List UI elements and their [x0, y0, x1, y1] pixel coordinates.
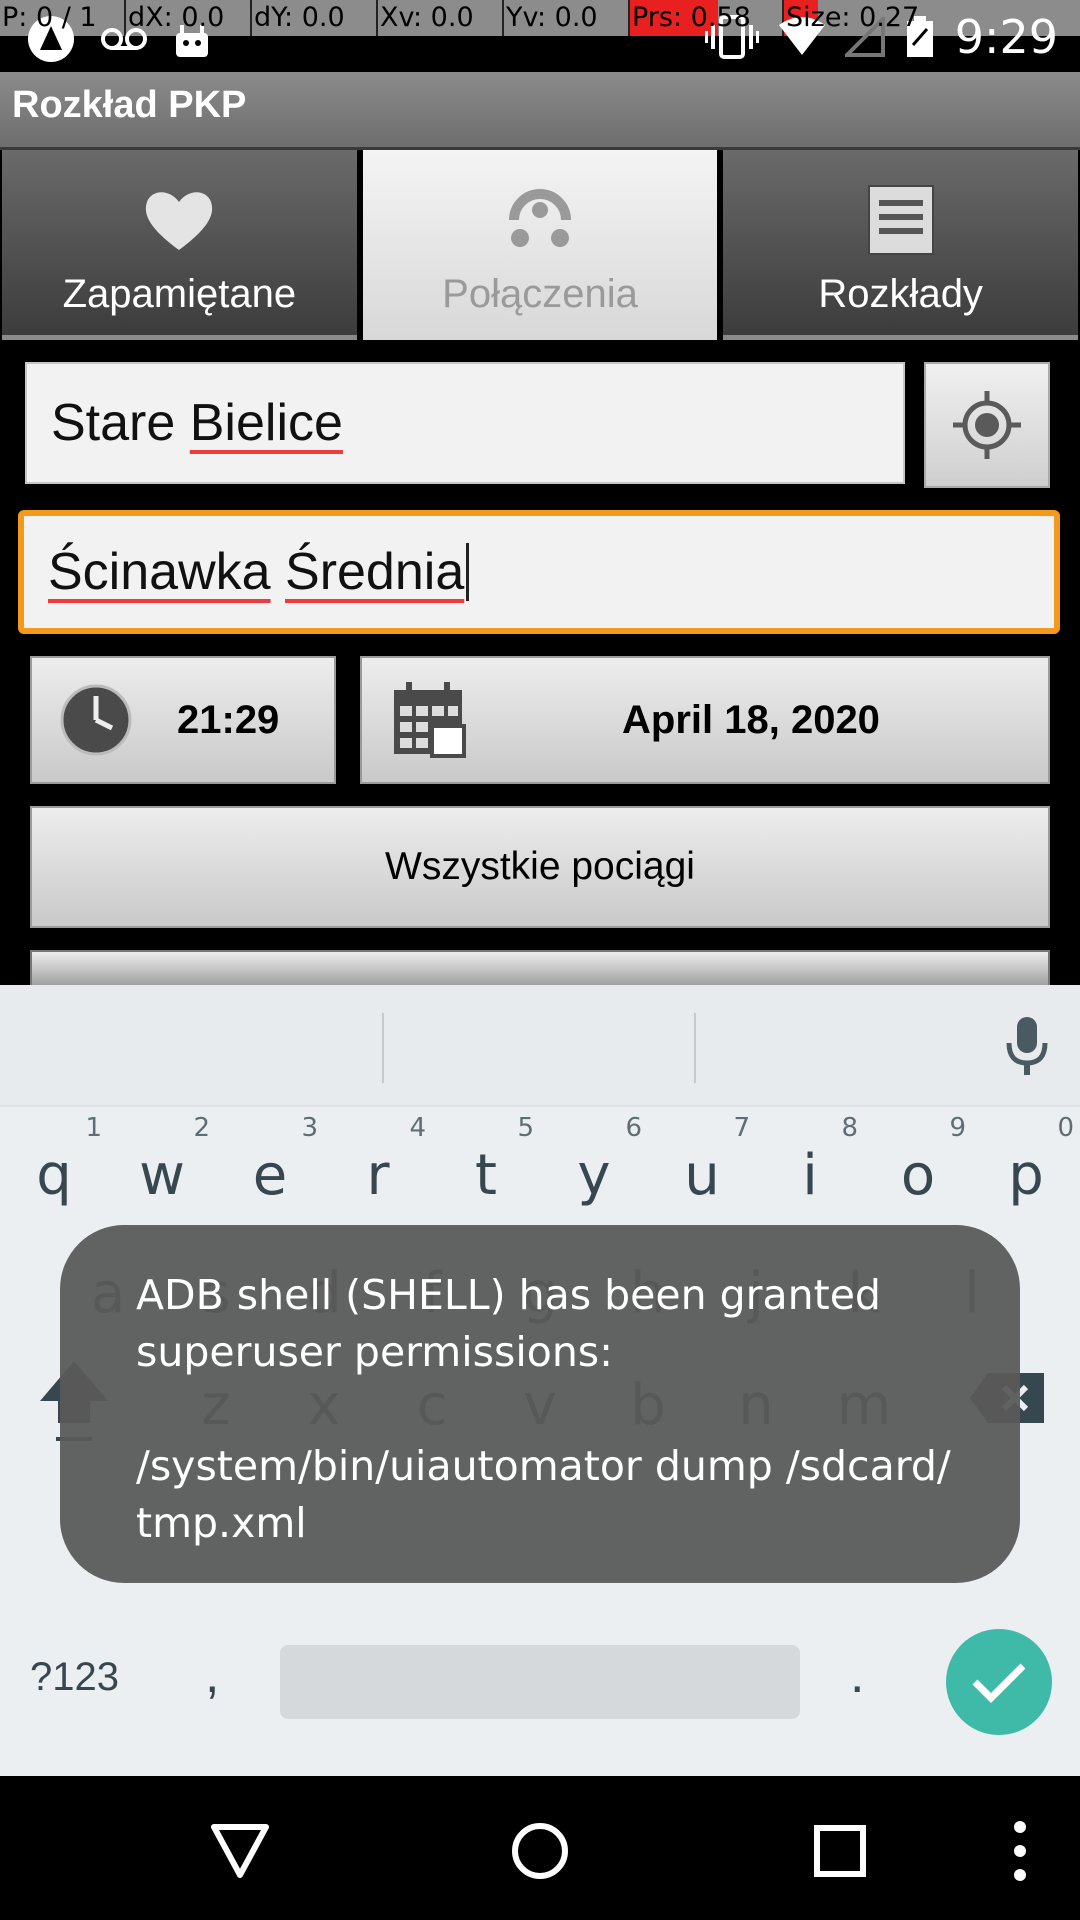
overflow-menu-button[interactable] [975, 1806, 1065, 1896]
checkmark-icon [972, 1663, 1026, 1703]
back-triangle-icon [211, 1824, 269, 1878]
tab-polaczenia[interactable]: Połączenia [362, 150, 718, 340]
calendar-icon [394, 682, 466, 758]
key-u[interactable]: 7u [648, 1113, 756, 1223]
key-q[interactable]: 1q [0, 1113, 108, 1223]
from-station-field[interactable]: Stare Bielice [25, 362, 905, 484]
from-word-1: Stare [51, 394, 176, 452]
debug-dx: dX: 0.0 [126, 0, 252, 36]
microphone-icon[interactable] [1004, 1015, 1050, 1077]
text-cursor [466, 543, 470, 601]
space-key[interactable] [280, 1645, 800, 1719]
tab-label: Połączenia [442, 272, 638, 316]
superuser-toast: ADB shell (SHELL) has been granted super… [60, 1225, 1020, 1583]
tab-zapamietane[interactable]: Zapamiętane [2, 150, 357, 340]
period-key[interactable]: . [850, 1645, 864, 1705]
symbols-key[interactable]: ?123 [30, 1655, 119, 1700]
key-o[interactable]: 9o [864, 1113, 972, 1223]
more-vertical-icon [1014, 1821, 1026, 1881]
comma-key[interactable]: , [205, 1645, 219, 1705]
date-button[interactable]: April 18, 2020 [360, 656, 1050, 784]
debug-dy: dY: 0.0 [252, 0, 378, 36]
clock-icon [60, 684, 132, 756]
location-target-icon [953, 391, 1021, 459]
back-button[interactable] [195, 1806, 285, 1896]
connections-icon [509, 189, 571, 247]
key-i[interactable]: 8i [756, 1113, 864, 1223]
key-y[interactable]: 6y [540, 1113, 648, 1223]
from-word-2: Bielice [189, 394, 343, 452]
connection-form: Stare Bielice Ścinawka Średnia 21:29 Apr… [0, 340, 1080, 985]
locate-button[interactable] [924, 362, 1050, 488]
tab-label: Zapamiętane [62, 272, 297, 316]
debug-yv: Yv: 0.0 [504, 0, 630, 36]
navigation-bar [0, 1776, 1080, 1920]
action-bar: Rozkład PKP [0, 72, 1080, 150]
tab-rozklady[interactable]: Rozkłady [723, 150, 1079, 340]
status-time: 9:29 [954, 10, 1058, 64]
home-button[interactable] [495, 1806, 585, 1896]
date-value: April 18, 2020 [622, 697, 880, 742]
suggestion-divider [694, 1013, 696, 1083]
list-icon [867, 185, 934, 255]
suggestion-divider [382, 1013, 384, 1083]
key-t[interactable]: 5t [432, 1113, 540, 1223]
time-value: 21:29 [177, 697, 280, 742]
pointer-debug-bar: P: 0 / 1 dX: 0.0 dY: 0.0 Xv: 0.0 Yv: 0.0… [0, 0, 1080, 36]
key-p[interactable]: 0p [972, 1113, 1080, 1223]
key-r[interactable]: 4r [324, 1113, 432, 1223]
toast-message: ADB shell (SHELL) has been granted super… [136, 1271, 951, 1547]
search-button-partial[interactable] [30, 950, 1050, 985]
app-title: Rozkład PKP [12, 84, 247, 126]
done-key[interactable] [946, 1629, 1052, 1735]
to-word-2: Średnia [285, 543, 465, 601]
heart-icon [146, 192, 213, 250]
debug-xv: Xv: 0.0 [378, 0, 504, 36]
tab-label: Rozkłady [818, 272, 983, 316]
status-bar: P: 0 / 1 dX: 0.0 dY: 0.0 Xv: 0.0 Yv: 0.0… [0, 0, 1080, 72]
time-button[interactable]: 21:29 [30, 656, 336, 784]
all-trains-button[interactable]: Wszystkie pociągi [30, 806, 1050, 928]
key-e[interactable]: 3e [216, 1113, 324, 1223]
home-circle-icon [512, 1823, 568, 1879]
tab-bar: Zapamiętane Połączenia Rozkłady [0, 150, 1080, 340]
recents-button[interactable] [795, 1806, 885, 1896]
suggestion-strip [0, 985, 1080, 1107]
to-station-field[interactable]: Ścinawka Średnia [18, 510, 1060, 634]
key-w[interactable]: 2w [108, 1113, 216, 1223]
all-trains-label: Wszystkie pociągi [385, 845, 695, 888]
to-word-1: Ścinawka [48, 543, 271, 601]
recents-square-icon [814, 1825, 866, 1877]
